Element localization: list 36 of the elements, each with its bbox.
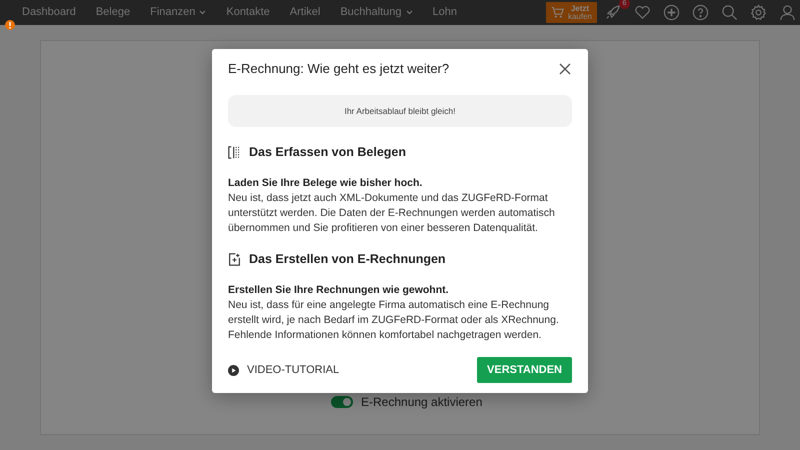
document-split-icon bbox=[228, 146, 241, 159]
section-text: Neu ist, dass für eine angelegte Firma automatisch eine E-Rechnung erstellt wird, je nach Bedarf im ZUGFeRD-Format oder als XRechnung. Fehlende Informationen können komfortabel nachgetragen werden. bbox=[228, 298, 560, 343]
nav-link[interactable]: Lohn bbox=[422, 4, 467, 21]
document-add-icon bbox=[228, 253, 241, 266]
section-heading: Das Erfassen von Belegen bbox=[249, 145, 406, 160]
settings-icon bbox=[750, 4, 767, 21]
section-lead: Laden Sie Ihre Belege wie bisher hoch. bbox=[228, 176, 424, 191]
toggle-label: E-Rechnung aktivieren bbox=[361, 394, 482, 411]
info-text: Ihr Arbeitsablauf bleibt gleich! bbox=[344, 104, 456, 118]
close-button[interactable] bbox=[558, 62, 572, 76]
buy-button[interactable]: Jetzt kaufen bbox=[546, 2, 597, 23]
play-icon bbox=[228, 364, 239, 376]
nav-link[interactable]: Kontakte bbox=[216, 4, 280, 21]
heart-icon bbox=[634, 4, 651, 21]
nav-link[interactable]: Belege bbox=[86, 4, 140, 21]
search-icon bbox=[721, 4, 738, 21]
caret-icon bbox=[199, 10, 206, 15]
rocket-icon bbox=[605, 4, 622, 21]
section-lead: Erstellen Sie Ihre Rechnungen wie gewohnt. bbox=[228, 283, 450, 298]
nav-link[interactable]: Finanzen bbox=[140, 4, 216, 21]
nav-link[interactable]: Dashboard bbox=[12, 4, 86, 21]
caret-icon bbox=[406, 10, 413, 15]
user-icon bbox=[779, 4, 796, 21]
cart-icon bbox=[550, 6, 564, 19]
add-icon bbox=[663, 4, 680, 21]
section-text: Neu ist, dass jetzt auch XML-Dokumente und das ZUGFeRD-Format unterstützt werden. Die Daten der E-Rechnungen werden automatisch übernommen und Sie profitieren von einer besseren Datenqualität. bbox=[228, 191, 556, 236]
help-icon bbox=[692, 4, 709, 21]
section-heading: Das Erstellen von E-Rechnungen bbox=[249, 252, 446, 267]
toggle-switch[interactable] bbox=[331, 396, 353, 408]
close-icon bbox=[559, 63, 571, 75]
confirm-button[interactable]: VERSTANDEN bbox=[477, 357, 572, 383]
nav-link[interactable]: Buchhaltung bbox=[330, 4, 423, 21]
modal-title: E-Rechnung: Wie geht es jetzt weiter? bbox=[228, 61, 450, 77]
video-tutorial-link[interactable]: VIDEO-TUTORIAL bbox=[228, 362, 340, 378]
nav-link[interactable]: Artikel bbox=[280, 4, 330, 21]
alert-icon bbox=[5, 20, 15, 30]
